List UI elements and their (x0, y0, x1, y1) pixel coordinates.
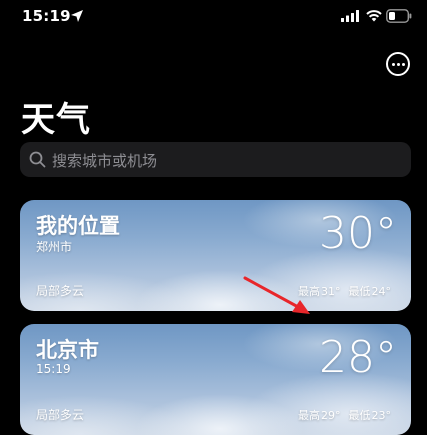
battery-icon (386, 9, 412, 23)
city-condition: 局部多云 (36, 408, 85, 422)
status-bar: 15:19 (0, 0, 427, 34)
city-card-my-location[interactable]: 我的位置 郑州市 30° 局部多云 最高31° 最低24° (20, 200, 411, 311)
city-subtitle: 郑州市 (36, 240, 73, 254)
low-label: 最低 (348, 409, 371, 422)
high-temp: 29° (321, 409, 341, 422)
low-temp: 23° (371, 409, 392, 422)
more-icon-dot (397, 63, 400, 66)
annotation-arrow-icon (243, 276, 310, 314)
city-name: 北京市 (36, 338, 99, 362)
high-label: 最高 (298, 409, 320, 422)
location-arrow-icon (71, 10, 83, 22)
more-button[interactable] (386, 52, 410, 76)
city-temperature: 30° (319, 208, 397, 259)
more-icon-dot (392, 63, 395, 66)
wifi-icon (366, 10, 382, 22)
city-subtitle: 15:19 (36, 362, 71, 376)
high-temp: 31° (321, 285, 341, 298)
city-name: 我的位置 (36, 214, 120, 238)
low-label: 最低 (348, 285, 371, 298)
signal-icon (341, 10, 359, 22)
page-title: 天气 (21, 100, 91, 140)
status-time: 15:19 (22, 7, 71, 25)
city-temp-range: 最高29° 最低23° (298, 407, 391, 423)
low-temp: 24° (371, 285, 392, 298)
more-icon-dot (402, 63, 405, 66)
search-placeholder: 搜索城市或机场 (52, 152, 158, 170)
city-card-beijing[interactable]: 北京市 15:19 28° 局部多云 最高29° 最低23° (20, 324, 411, 435)
city-condition: 局部多云 (36, 284, 85, 298)
city-temperature: 28° (319, 332, 397, 383)
search-input[interactable]: 搜索城市或机场 (20, 142, 411, 177)
search-icon (29, 151, 46, 168)
